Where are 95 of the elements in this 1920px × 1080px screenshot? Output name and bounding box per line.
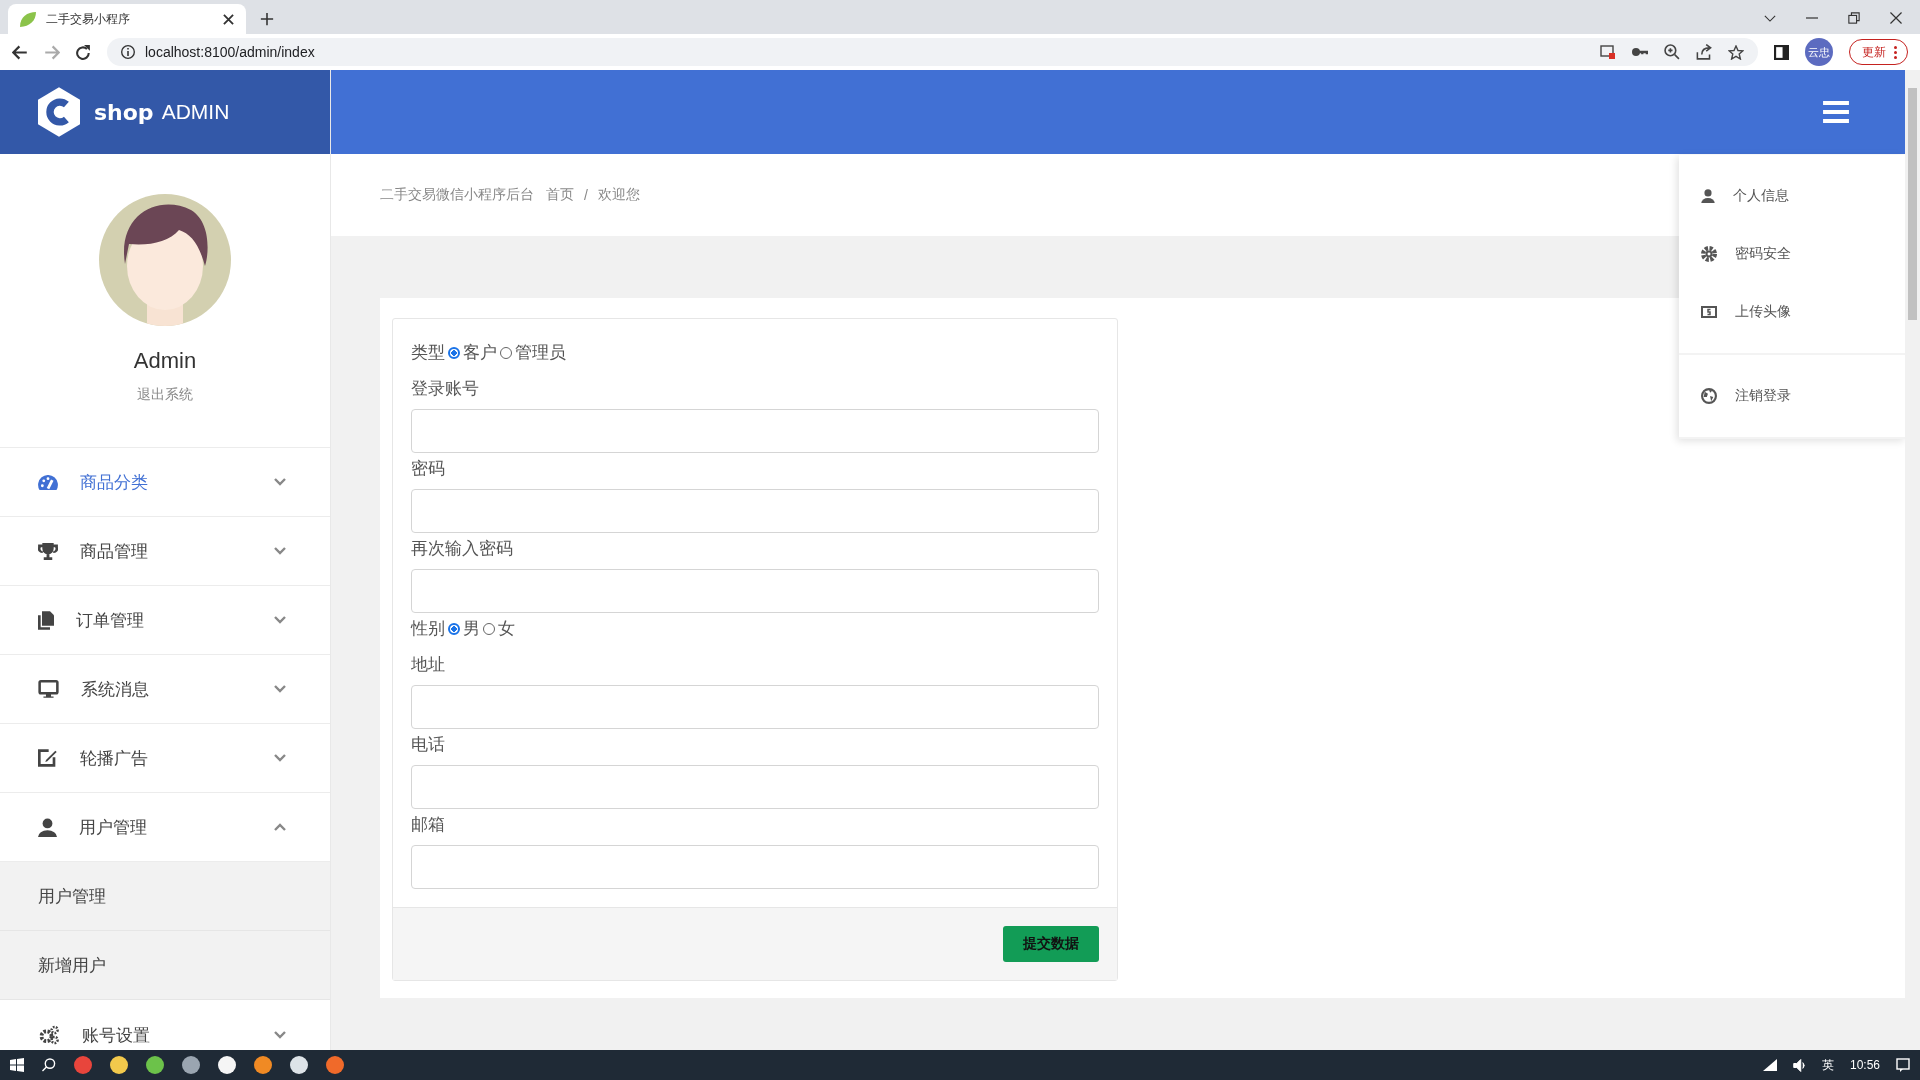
back-icon[interactable] <box>12 44 28 60</box>
edit-icon <box>38 749 58 767</box>
star-icon[interactable] <box>1728 44 1744 60</box>
dashboard-icon <box>38 474 58 490</box>
option-label: 女 <box>498 618 515 640</box>
volume-icon[interactable] <box>1792 1058 1806 1072</box>
new-tab-icon[interactable] <box>260 12 274 26</box>
taskbar-app-icon[interactable] <box>110 1056 128 1074</box>
radio-button[interactable] <box>448 347 460 359</box>
submenu-item[interactable]: 用户管理 <box>0 862 330 931</box>
chevron-icon <box>274 478 286 486</box>
logo-text: shop <box>94 99 154 125</box>
submenu-item[interactable]: 新增用户 <box>0 931 330 1000</box>
input-field[interactable] <box>411 569 1099 613</box>
clock[interactable]: 10:56 <box>1849 1058 1880 1072</box>
dropdown-item[interactable]: 注销登录 <box>1679 367 1906 425</box>
sidebar-item[interactable]: 账号设置 <box>0 1000 330 1050</box>
side-panel-icon[interactable] <box>1774 44 1789 60</box>
trophy-icon <box>38 542 58 560</box>
input-field[interactable] <box>411 409 1099 453</box>
dropdown-item[interactable]: 上传头像 <box>1679 283 1906 341</box>
popup-blocked-icon[interactable] <box>1600 44 1616 60</box>
leaf-icon <box>20 11 36 27</box>
breadcrumb-item[interactable]: 首页 <box>546 186 574 204</box>
close-icon[interactable] <box>223 13 234 25</box>
site-title: 二手交易微信小程序后台 <box>380 186 534 204</box>
logo-icon <box>38 87 80 137</box>
money-icon <box>1701 306 1717 318</box>
network-icon[interactable] <box>1762 1059 1777 1071</box>
sidebar-item[interactable]: 商品管理 <box>0 517 330 586</box>
scrollbar-thumb[interactable] <box>1908 88 1917 320</box>
option-label: 管理员 <box>515 342 566 364</box>
option-label: 男 <box>463 618 480 640</box>
documents-icon <box>38 610 54 630</box>
taskbar-app-icon[interactable] <box>218 1056 236 1074</box>
start-icon[interactable] <box>10 1058 24 1072</box>
field-label: 电话 <box>411 734 446 756</box>
profile-avatar[interactable]: 云忠 <box>1805 38 1833 66</box>
input-field[interactable] <box>411 685 1099 729</box>
more-icon[interactable] <box>1894 45 1897 59</box>
input-field[interactable] <box>411 765 1099 809</box>
menu-icon[interactable] <box>1822 101 1850 123</box>
input-field[interactable] <box>411 845 1099 889</box>
field-label: 登录账号 <box>411 378 480 400</box>
field-label: 邮箱 <box>411 814 446 836</box>
chevron-icon <box>274 547 286 555</box>
taskbar-app-icon[interactable] <box>182 1056 200 1074</box>
search-icon[interactable] <box>42 1058 56 1072</box>
field-label: 密码 <box>411 458 446 480</box>
sidebar-item[interactable]: 商品分类 <box>0 448 330 517</box>
user-icon <box>1701 189 1715 203</box>
option-label: 客户 <box>463 342 497 364</box>
taskbar-app-icon[interactable] <box>254 1056 272 1074</box>
dropdown-item[interactable]: 密码安全 <box>1679 225 1906 283</box>
chevron-icon <box>274 1031 286 1039</box>
user-name: Admin <box>133 348 197 374</box>
sidebar-item[interactable]: 订单管理 <box>0 586 330 655</box>
field-label: 地址 <box>411 654 446 676</box>
breadcrumb-separator: / <box>584 187 588 203</box>
gears-icon <box>38 1025 60 1045</box>
share-icon[interactable] <box>1696 44 1712 60</box>
globe-icon <box>1701 388 1717 404</box>
taskbar-app-icon[interactable] <box>146 1056 164 1074</box>
sidebar-item[interactable]: 轮播广告 <box>0 724 330 793</box>
field-label: 类型 <box>411 342 445 364</box>
monitor-icon <box>38 679 59 699</box>
dropdown-icon[interactable] <box>1764 14 1776 22</box>
chevron-icon <box>274 754 286 762</box>
radio-button[interactable] <box>448 623 460 635</box>
dropdown-item[interactable]: 个人信息 <box>1679 167 1906 225</box>
input-field[interactable] <box>411 489 1099 533</box>
field-label: 再次输入密码 <box>411 538 514 560</box>
reload-icon[interactable] <box>76 44 91 60</box>
breadcrumb-item: 欢迎您 <box>597 186 640 204</box>
chevron-icon <box>274 823 286 831</box>
taskbar-app-icon[interactable] <box>290 1056 308 1074</box>
update-button[interactable]: 更新 <box>1849 39 1908 65</box>
close-icon[interactable] <box>1890 12 1902 24</box>
zoom-icon[interactable] <box>1664 44 1680 60</box>
address-bar[interactable]: localhost:8100/admin/index <box>107 38 1758 66</box>
ime-indicator[interactable]: 英 <box>1821 1056 1834 1074</box>
sidebar-item[interactable]: 系统消息 <box>0 655 330 724</box>
chevron-icon <box>274 685 286 693</box>
restore-icon[interactable] <box>1848 12 1860 24</box>
key-icon[interactable] <box>1632 48 1648 56</box>
chevron-icon <box>274 616 286 624</box>
user-icon <box>38 817 57 837</box>
field-label: 性别 <box>411 618 445 640</box>
logout-link[interactable]: 退出系统 <box>137 386 193 404</box>
notification-icon[interactable] <box>1896 1058 1910 1072</box>
submit-button[interactable]: 提交数据 <box>1003 926 1099 962</box>
browser-tab[interactable]: 二手交易小程序 <box>8 4 246 34</box>
settings-icon <box>1701 246 1717 262</box>
info-icon[interactable] <box>121 45 135 59</box>
logo-text: ADMIN <box>161 100 230 124</box>
